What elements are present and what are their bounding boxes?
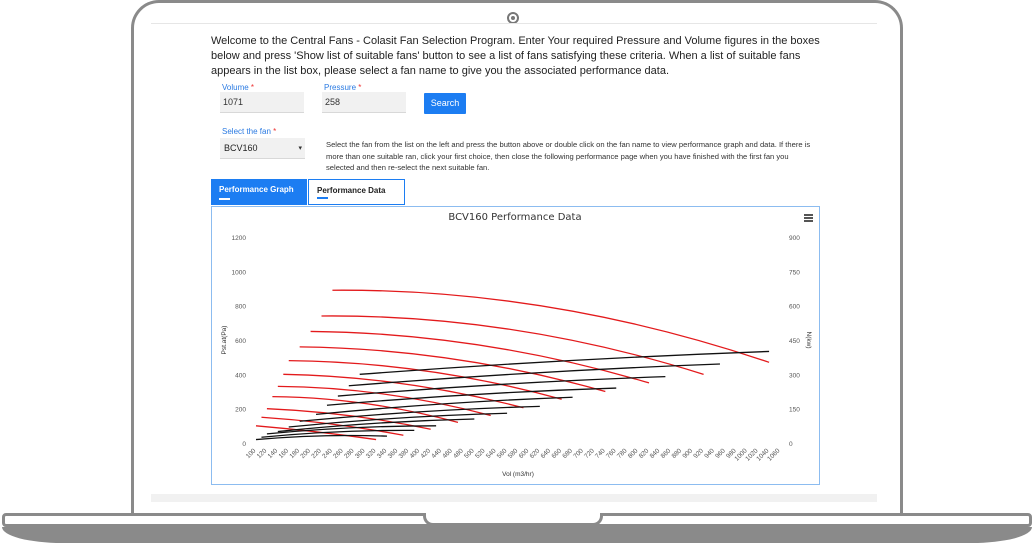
y-left-tick-label: 400 <box>235 372 246 379</box>
x-tick-label: 940 <box>703 447 716 460</box>
performance-chart: BCV160 Performance Data 0 200 400 600 800 1000… <box>211 206 820 485</box>
y-right-tick-label: 750 <box>789 269 800 276</box>
x-tick-label: 900 <box>681 447 694 460</box>
volume-input[interactable]: 1071 <box>220 92 304 113</box>
x-tick-label: 780 <box>616 447 629 460</box>
hamburger-menu-icon[interactable] <box>804 214 813 222</box>
pressure-curve <box>310 330 650 384</box>
x-tick-label: 640 <box>540 447 553 460</box>
tab-label: Performance Graph <box>219 185 294 194</box>
volume-label-text: Volume <box>222 83 249 92</box>
search-button[interactable]: Search <box>424 93 466 114</box>
x-tick-label: 700 <box>572 447 585 460</box>
x-tick-label: 380 <box>398 447 411 460</box>
pressure-label-text: Pressure <box>324 83 357 92</box>
required-mark: * <box>273 127 277 136</box>
help-text: Select the fan from the list on the left… <box>326 140 811 172</box>
x-tick-label: 960 <box>714 447 727 460</box>
volume-label: Volume * <box>222 83 254 92</box>
y-right-tick-label: 0 <box>789 441 793 448</box>
x-tick-label: 820 <box>638 447 651 460</box>
pressure-label: Pressure * <box>324 83 361 92</box>
x-tick-label: 220 <box>310 447 323 460</box>
x-tick-label: 540 <box>485 447 498 460</box>
x-tick-label: 360 <box>387 447 400 460</box>
x-tick-label: 120 <box>256 447 269 460</box>
tab-indicator <box>219 198 230 200</box>
tab-performance-data[interactable]: Performance Data <box>308 179 405 205</box>
x-tick-label: 660 <box>550 447 563 460</box>
x-tick-label: 400 <box>409 447 422 460</box>
x-tick-label: 320 <box>365 447 378 460</box>
power-curve <box>315 396 573 416</box>
fan-select-value: BCV160 <box>224 143 258 153</box>
fan-select[interactable]: BCV160 ▾ <box>220 138 305 159</box>
power-curve <box>288 412 508 428</box>
x-tick-label: 260 <box>332 447 345 460</box>
x-tick-label: 100 <box>245 447 258 460</box>
x-tick-label: 180 <box>288 447 301 460</box>
tab-performance-graph[interactable]: Performance Graph <box>211 179 307 205</box>
x-tick-label: 160 <box>278 447 291 460</box>
x-tick-label: 580 <box>507 447 520 460</box>
y-right-tick-label: 900 <box>789 235 800 242</box>
x-tick-label: 460 <box>441 447 454 460</box>
x-tick-label: 340 <box>376 447 389 460</box>
x-tick-label: 740 <box>594 447 607 460</box>
x-tick-label: 880 <box>671 447 684 460</box>
x-tick-label: 480 <box>452 447 465 460</box>
pressure-input[interactable]: 258 <box>322 92 406 113</box>
pressure-curve <box>299 346 606 393</box>
x-tick-label: 860 <box>660 447 673 460</box>
x-tick-label: 760 <box>605 447 618 460</box>
y-left-tick-label: 1200 <box>232 235 247 242</box>
x-tick-label: 680 <box>561 447 574 460</box>
select-fan-label-text: Select the fan <box>222 127 271 136</box>
x-tick-label: 440 <box>430 447 443 460</box>
page-top-divider <box>151 23 877 24</box>
required-mark: * <box>358 83 362 92</box>
performance-chart-svg: BCV160 Performance Data02004006008001000… <box>221 212 812 478</box>
tab-indicator <box>317 197 328 199</box>
x-tick-label: 840 <box>649 447 662 460</box>
x-tick-label: 500 <box>463 447 476 460</box>
page-bottom-bar <box>151 494 877 502</box>
y-left-tick-label: 600 <box>235 338 246 345</box>
select-fan-label: Select the fan * <box>222 127 276 136</box>
x-tick-label: 560 <box>496 447 509 460</box>
x-tick-label: 140 <box>267 447 280 460</box>
intro-text: Welcome to the Central Fans - Colasit Fa… <box>211 35 820 77</box>
pressure-curve <box>332 289 770 363</box>
y-left-tick-label: 200 <box>235 407 246 414</box>
x-axis-label: Vol (m3/hr) <box>502 471 534 478</box>
required-mark: * <box>250 83 255 92</box>
x-tick-label: 620 <box>529 447 542 460</box>
y-right-tick-label: 450 <box>789 338 800 345</box>
y-right-tick-label: 300 <box>789 372 800 379</box>
y-right-tick-label: 150 <box>789 407 800 414</box>
x-tick-label: 420 <box>419 447 432 460</box>
y-left-tick-label: 1000 <box>232 269 247 276</box>
x-tick-label: 200 <box>299 447 312 460</box>
x-tick-label: 300 <box>354 447 367 460</box>
y-left-tick-label: 800 <box>235 304 246 311</box>
chart-title: BCV160 Performance Data <box>448 212 581 223</box>
laptop-base-notch <box>423 513 603 526</box>
chevron-down-icon: ▾ <box>298 145 302 152</box>
laptop-base-shadow <box>2 527 1032 543</box>
y-left-tick-label: 0 <box>242 441 246 448</box>
x-tick-label: 240 <box>321 447 334 460</box>
x-tick-label: 280 <box>343 447 356 460</box>
y-right-tick-label: 600 <box>789 304 800 311</box>
tab-label: Performance Data <box>317 186 386 195</box>
y-left-axis-label: Pst.at(Pa) <box>221 326 228 355</box>
x-tick-label: 600 <box>518 447 531 460</box>
x-tick-label: 720 <box>583 447 596 460</box>
x-tick-label: 920 <box>692 447 705 460</box>
y-right-axis-label: N(kw) <box>805 332 812 349</box>
x-tick-label: 1060 <box>766 447 781 462</box>
x-tick-label: 520 <box>474 447 487 460</box>
x-tick-label: 800 <box>627 447 640 460</box>
